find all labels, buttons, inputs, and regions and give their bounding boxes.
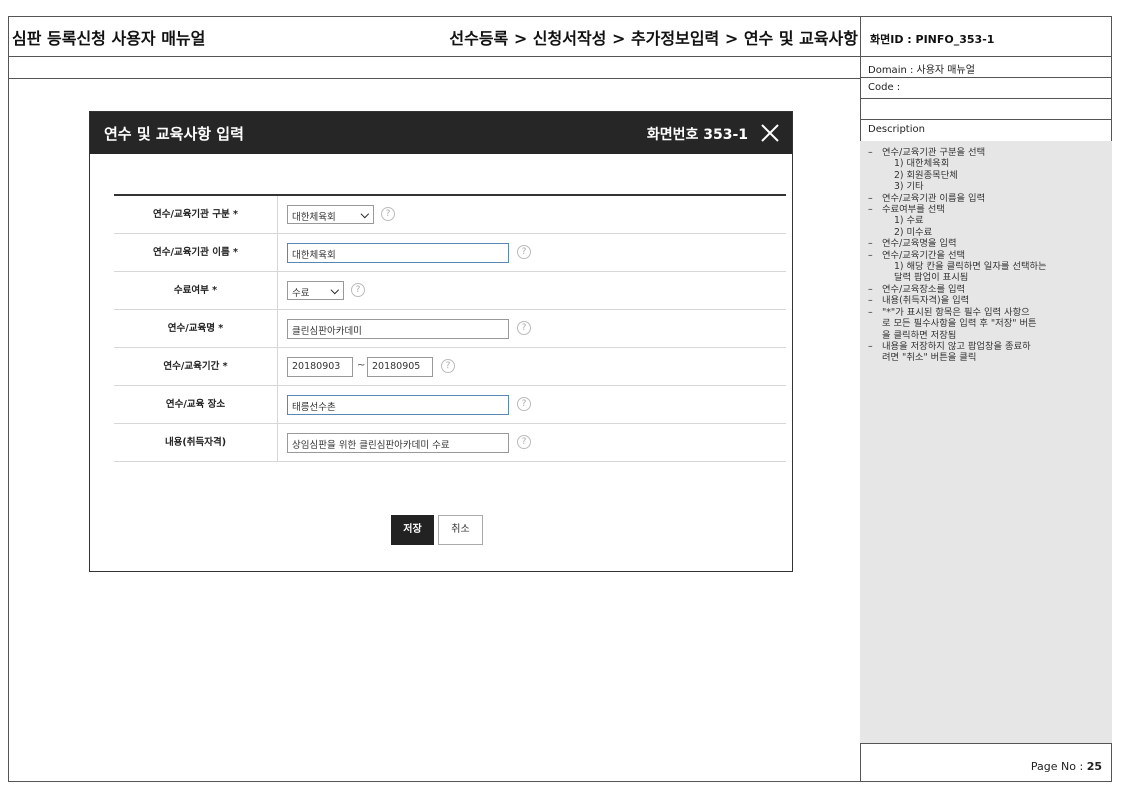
description-item: 로 모든 필수사항을 입력 후 "저장" 버튼 <box>868 318 1104 329</box>
description-text: 연수/교육기관 구분을 선택 <box>882 147 986 158</box>
org-type-value: 대한체육회 <box>292 212 336 223</box>
completion-label: 수료여부 * <box>114 272 278 309</box>
bullet-dash: – <box>868 192 873 204</box>
breadcrumb: 선수등록 > 신청서작성 > 추가정보입력 > 연수 및 교육사항 <box>449 29 858 48</box>
form-row-org-type: 연수/교육기관 구분 * 대한체육회 ⌵ ? <box>114 196 786 234</box>
org-type-select[interactable]: 대한체육회 ⌵ <box>287 205 374 224</box>
chevron-down-icon: ⌵ <box>330 284 339 297</box>
description-item: – 연수/교육기관 구분을 선택 <box>868 147 1104 158</box>
description-item: – 연수/교육기간을 선택 <box>868 250 1104 261</box>
help-icon[interactable]: ? <box>441 359 455 373</box>
page-value: 25 <box>1086 760 1102 773</box>
description-text: 수료여부를 선택 <box>882 204 945 216</box>
bullet-dash: – <box>868 306 873 318</box>
help-icon[interactable]: ? <box>381 207 395 221</box>
place-label: 연수/교육 장소 <box>114 386 278 423</box>
org-name-input[interactable]: 대한체육회 <box>287 243 509 263</box>
description-item: – 연수/교육명을 입력 <box>868 238 1104 249</box>
bullet-dash: – <box>868 283 873 295</box>
help-icon[interactable]: ? <box>517 245 531 259</box>
domain-row: Domain : 사용자 매뉴얼 <box>860 57 1112 78</box>
bullet-dash: – <box>868 249 873 261</box>
form-row-org-name: 연수/교육기관 이름 * 대한체육회 ? <box>114 234 786 272</box>
course-name-label: 연수/교육명 * <box>114 310 278 347</box>
form-row-period: 연수/교육기간 * 20180903 ~ 20180905 ? <box>114 348 786 386</box>
description-text: 연수/교육명을 입력 <box>882 238 957 250</box>
description-text: "*"가 표시된 항목은 필수 입력 사항으 <box>882 306 1030 318</box>
chevron-down-icon: ⌵ <box>360 208 369 221</box>
org-type-label: 연수/교육기관 구분 * <box>114 196 278 233</box>
content-label: 내용(취득자격) <box>114 424 278 461</box>
manual-title: 심판 등록신청 사용자 매뉴얼 <box>12 29 206 48</box>
form-row-completion: 수료여부 * 수료 ⌵ ? <box>114 272 786 310</box>
form-row-place: 연수/교육 장소 태릉선수촌 ? <box>114 386 786 424</box>
bullet-dash: – <box>868 147 873 158</box>
help-icon[interactable]: ? <box>517 321 531 335</box>
description-text: 로 모든 필수사항을 입력 후 "저장" 버튼 <box>882 318 1037 330</box>
description-text: 내용을 저장하지 않고 팝업창을 종료하 <box>882 340 1031 352</box>
content-input[interactable]: 상임심판을 위한 클린심판아카데미 수료 <box>287 433 509 453</box>
description-subitem: 2) 회원종목단체 <box>894 169 958 181</box>
description-text: 연수/교육장소를 입력 <box>882 283 966 295</box>
bullet-dash: – <box>868 238 873 250</box>
dialog-header: 연수 및 교육사항 입력 화면번호 353-1 <box>90 112 792 154</box>
description-item: – 내용(취득자격)을 입력 <box>868 295 1104 306</box>
description-item: 을 클릭하면 저장됨 <box>868 330 1104 341</box>
education-dialog: 연수 및 교육사항 입력 화면번호 353-1 연수/교육기관 구분 * 대한체… <box>89 111 793 572</box>
page-header: 심판 등록신청 사용자 매뉴얼 선수등록 > 신청서작성 > 추가정보입력 > … <box>9 17 860 57</box>
header-divider <box>9 57 860 79</box>
save-button[interactable]: 저장 <box>391 515 434 545</box>
end-date-input[interactable]: 20180905 <box>367 357 433 377</box>
content-area: 심판 등록신청 사용자 매뉴얼 선수등록 > 신청서작성 > 추가정보입력 > … <box>9 17 861 781</box>
screen-id: 화면ID : PINFO_353-1 <box>860 17 1112 57</box>
close-icon[interactable] <box>758 120 782 146</box>
description-item: – 내용을 저장하지 않고 팝업창을 종료하 <box>868 341 1104 352</box>
bullet-dash: – <box>868 204 873 216</box>
manual-page: 심판 등록신청 사용자 매뉴얼 선수등록 > 신청서작성 > 추가정보입력 > … <box>8 16 1112 782</box>
cancel-button[interactable]: 취소 <box>438 515 483 545</box>
help-icon[interactable]: ? <box>517 397 531 411</box>
help-icon[interactable]: ? <box>517 435 531 449</box>
bullet-dash: – <box>868 295 873 307</box>
code-row: Code : <box>860 78 1112 99</box>
description-item: – 수료여부를 선택 <box>868 204 1104 215</box>
description-text: 연수/교육기관 이름을 입력 <box>882 192 986 204</box>
description-item: – 연수/교육기관 이름을 입력 <box>868 193 1104 204</box>
description-subitem: 1) 해당 칸을 클릭하면 일자를 선택하는 <box>894 261 1047 273</box>
description-subitem: 1) 수료 <box>894 215 924 227</box>
description-subitem: 달력 팝업이 표시됨 <box>894 272 969 284</box>
date-separator: ~ <box>357 360 366 371</box>
completion-value: 수료 <box>292 288 310 299</box>
form-row-content: 내용(취득자격) 상임심판을 위한 클린심판아카데미 수료 ? <box>114 424 786 462</box>
page-number: Page No : 25 <box>1031 760 1102 773</box>
org-name-label: 연수/교육기관 이름 * <box>114 234 278 271</box>
description-item: – "*"가 표시된 항목은 필수 입력 사항으 <box>868 307 1104 318</box>
completion-select[interactable]: 수료 ⌵ <box>287 281 344 300</box>
description-text: 을 클릭하면 저장됨 <box>882 329 957 341</box>
help-icon[interactable]: ? <box>351 283 365 297</box>
page-label: Page No : <box>1030 760 1087 773</box>
bullet-dash: – <box>868 340 873 352</box>
description-subitem: 2) 미수료 <box>894 226 933 238</box>
description-text: 려면 "취소" 버튼을 클릭 <box>882 352 977 364</box>
description-item: – 연수/교육장소를 입력 <box>868 284 1104 295</box>
description-text: 내용(취득자격)을 입력 <box>882 295 970 307</box>
description-item: 려면 "취소" 버튼을 클릭 <box>868 352 1104 363</box>
start-date-input[interactable]: 20180903 <box>287 357 353 377</box>
blank-row <box>860 99 1112 120</box>
form-row-course-name: 연수/교육명 * 클린심판아카데미 ? <box>114 310 786 348</box>
description-box: – 연수/교육기관 구분을 선택 1) 대한체육회 2) 회원종목단체 3) 기타 – 연수… <box>860 141 1112 744</box>
place-input[interactable]: 태릉선수촌 <box>287 395 509 415</box>
course-name-input[interactable]: 클린심판아카데미 <box>287 319 509 339</box>
info-panel: 화면ID : PINFO_353-1 Domain : 사용자 매뉴얼 Code… <box>860 17 1112 781</box>
screen-number: 화면번호 353-1 <box>646 127 748 143</box>
description-text: 연수/교육기간을 선택 <box>882 249 966 261</box>
description-label: Description <box>868 124 925 135</box>
description-subitem: 3) 기타 <box>894 181 924 193</box>
description-subitem: 1) 대한체육회 <box>894 158 950 170</box>
dialog-title: 연수 및 교육사항 입력 <box>104 125 244 143</box>
period-label: 연수/교육기간 * <box>114 348 278 385</box>
